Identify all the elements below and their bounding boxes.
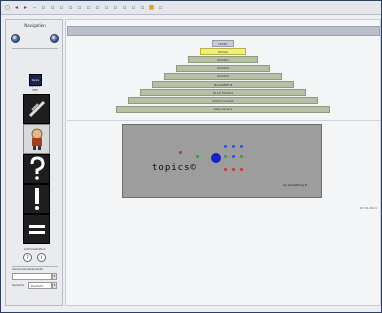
section-label: Administration <box>24 247 46 251</box>
page-icon-9[interactable]: ▫ <box>112 4 119 11</box>
banner-dot <box>196 155 199 158</box>
question-tool[interactable] <box>23 154 50 184</box>
back-icon[interactable]: ◂ <box>13 4 20 11</box>
app-window: ○ ◂ ▸ – ▫ ▫ ▫ ▫ ▫ ▫ ▫ ▫ ▫ ▫ ▫ ▫ ■ ▫ Navi… <box>0 0 382 313</box>
banner-dot <box>240 168 243 171</box>
page-icon[interactable]: ▫ <box>40 4 47 11</box>
banner-dot-large <box>211 153 221 163</box>
language-dropdown-icon[interactable]: ▾ <box>52 282 57 289</box>
exclamation-tool[interactable] <box>23 184 50 214</box>
nav-left-icon[interactable] <box>11 34 20 43</box>
sidebar: Navigation topics topics© MM Administrat… <box>5 19 63 306</box>
language-label: Sprache <box>12 283 25 287</box>
page-icon-7[interactable]: ▫ <box>94 4 101 11</box>
page-icon-13[interactable]: ▫ <box>157 4 164 11</box>
forward-icon[interactable]: ▸ <box>22 4 29 11</box>
banner-dot <box>240 145 243 148</box>
sidebar-divider <box>12 48 58 49</box>
pyramid-row[interactable]: added model1 <box>128 97 318 105</box>
toolbar: ○ ◂ ▸ – ▫ ▫ ▫ ▫ ▫ ▫ ▫ ▫ ▫ ▫ ▫ ▫ ■ ▫ <box>1 1 381 15</box>
dash-icon[interactable]: – <box>31 4 38 11</box>
circle-icon[interactable]: ○ <box>4 4 11 11</box>
version-label: Version/Ausbaustufe <box>12 267 43 271</box>
banner-dot <box>179 151 182 154</box>
banner-dot <box>232 155 235 158</box>
content-divider <box>67 120 380 121</box>
banner-footer: by something D <box>283 183 307 187</box>
pyramid-row[interactable]: Modell2 <box>176 64 270 72</box>
pencil-icon <box>28 100 45 118</box>
page-icon-12[interactable]: ▫ <box>139 4 146 11</box>
character-tool[interactable] <box>23 124 50 154</box>
pyramid-row[interactable]: Alles Level 1 <box>116 105 330 113</box>
banner-dot <box>224 168 227 171</box>
main-content: LEVEL Modell Modell1 Modell2 Modell3 ModellE2… <box>65 19 381 306</box>
question-icon <box>30 156 45 180</box>
content-header-bar <box>67 26 380 36</box>
logo-caption-sub: MM <box>32 88 38 92</box>
banner-dot <box>224 145 227 148</box>
pencil-tool[interactable] <box>23 94 50 124</box>
page-icon-3[interactable]: ▫ <box>58 4 65 11</box>
page-icon-6[interactable]: ▫ <box>85 4 92 11</box>
banner-title: topics© <box>152 163 197 173</box>
banner-dot <box>232 145 235 148</box>
page-icon-10[interactable]: ▫ <box>121 4 128 11</box>
language-select[interactable]: Deutsch <box>28 282 52 289</box>
sidebar-title: Navigation <box>24 23 46 28</box>
page-icon-8[interactable]: ▫ <box>103 4 110 11</box>
pyramid-header[interactable]: LEVEL <box>212 40 234 47</box>
version-field[interactable] <box>12 273 52 280</box>
pyramid-row[interactable]: DI-LO Model1 <box>140 89 306 97</box>
pyramid-row[interactable]: Modell <box>200 48 246 56</box>
character-icon <box>31 128 42 150</box>
version-dropdown-icon[interactable]: ▾ <box>52 273 57 280</box>
exclamation-icon <box>34 188 39 210</box>
equals-tool[interactable] <box>23 214 50 244</box>
pyramid-row[interactable]: Modell3 <box>164 72 282 80</box>
banner-dot <box>224 155 227 158</box>
help-icon[interactable]: ? <box>23 253 32 262</box>
nav-right-icon[interactable] <box>50 34 59 43</box>
banner-dot <box>232 168 235 171</box>
page-icon-4[interactable]: ▫ <box>67 4 74 11</box>
page-icon-2[interactable]: ▫ <box>49 4 56 11</box>
equals-icon <box>28 225 45 234</box>
folder-icon[interactable]: ■ <box>148 4 155 11</box>
info-icon[interactable]: i <box>37 253 46 262</box>
topics-banner[interactable]: topics© by something D <box>122 124 322 198</box>
pyramid-row[interactable]: ModellE2P B <box>152 81 294 88</box>
banner-dot <box>240 155 243 158</box>
pyramid-row[interactable]: Modell1 <box>188 56 258 64</box>
page-icon-11[interactable]: ▫ <box>130 4 137 11</box>
date-stamp: 07.01.2011 <box>359 206 377 210</box>
page-icon-5[interactable]: ▫ <box>76 4 83 11</box>
